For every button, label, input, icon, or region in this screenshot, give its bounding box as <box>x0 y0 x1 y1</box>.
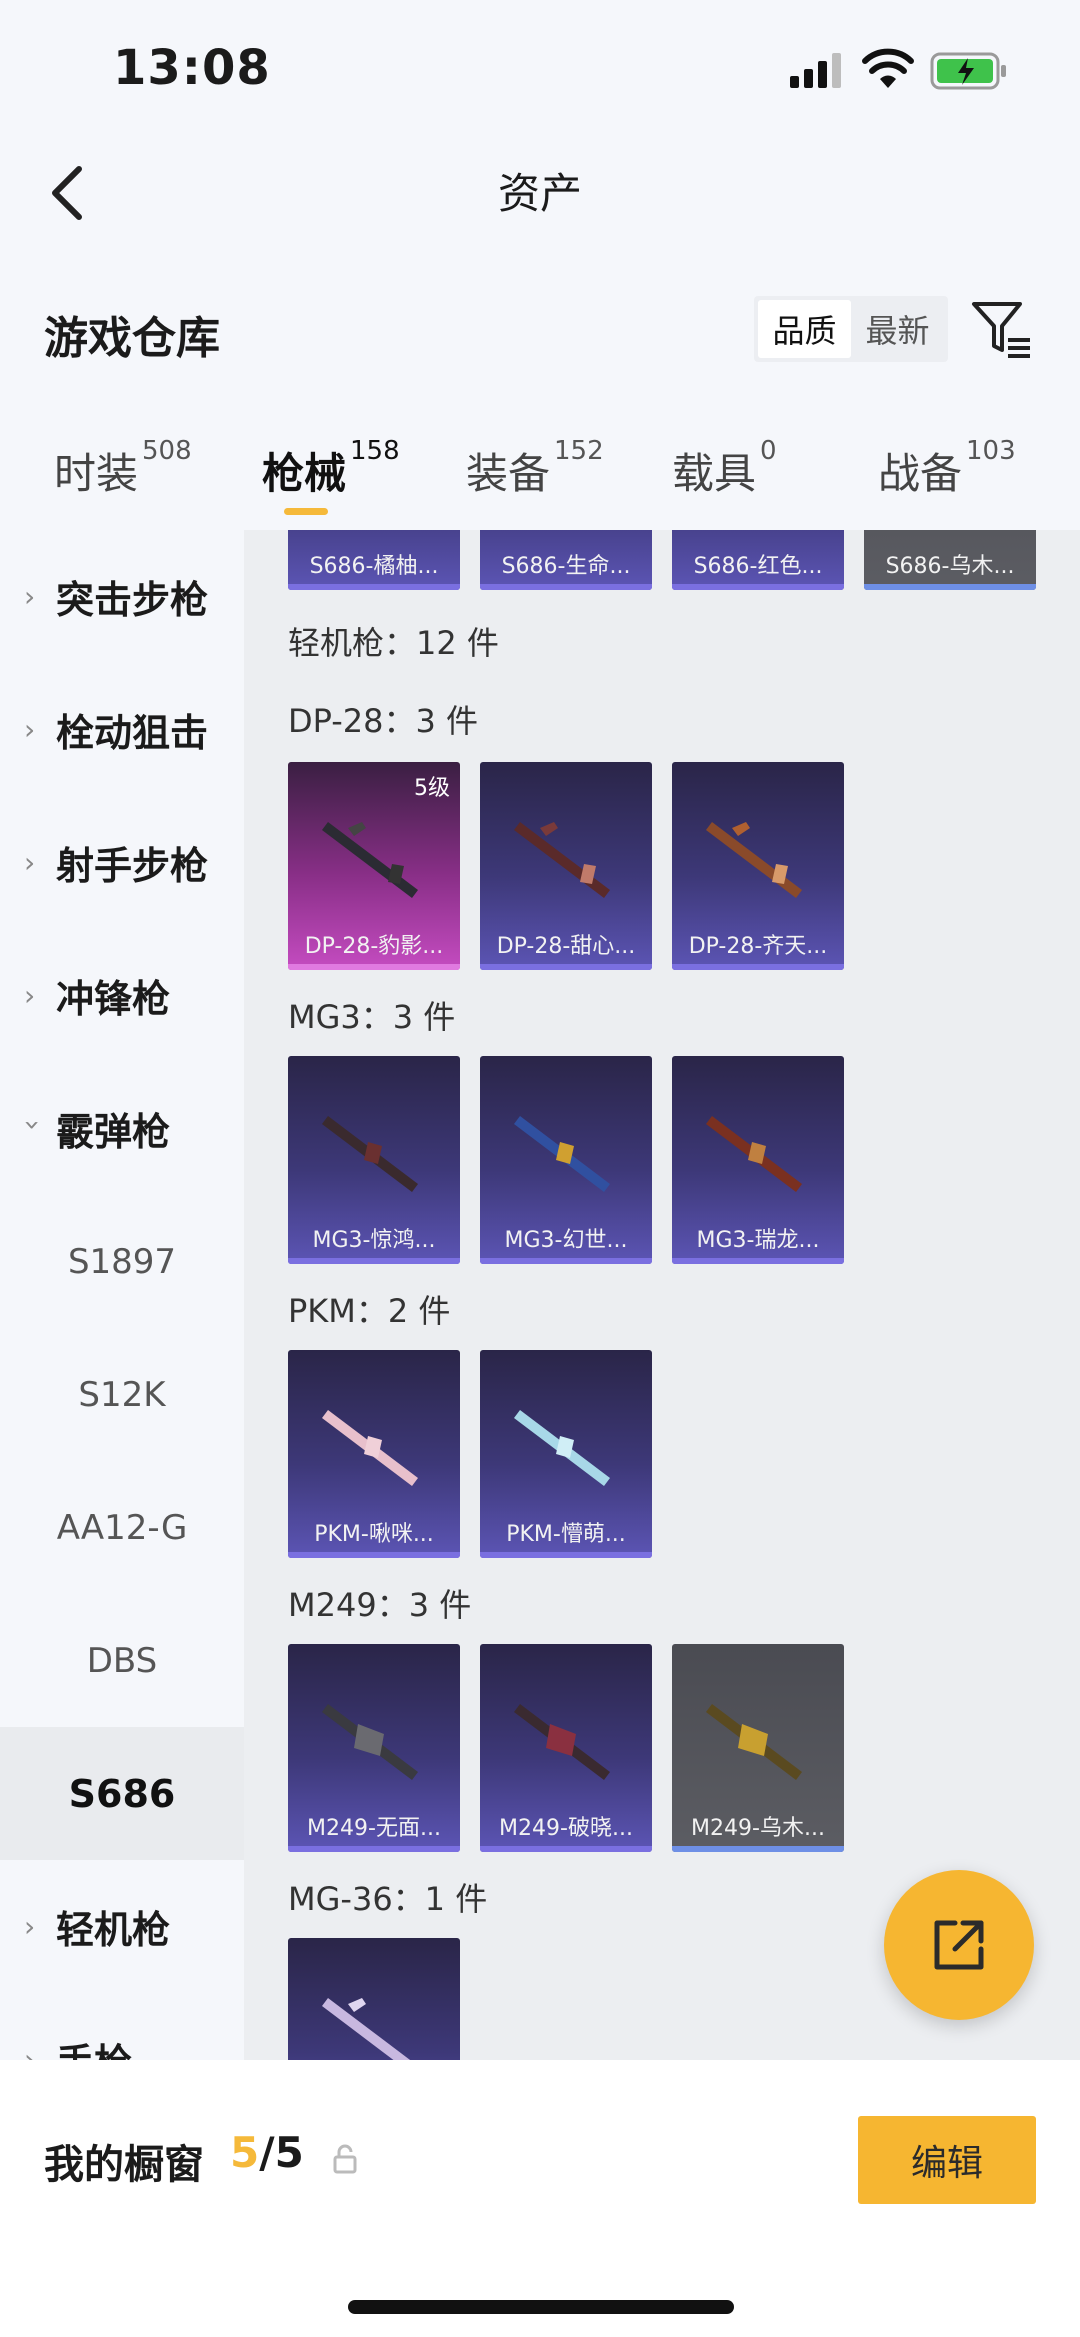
wifi-icon <box>862 48 914 88</box>
chevron-right-icon: › <box>24 979 36 1012</box>
chevron-right-icon: › <box>24 846 36 879</box>
active-tab-indicator <box>284 508 328 515</box>
gun-image <box>322 1116 418 1192</box>
weapon-card[interactable]: DP-28-甜心... <box>480 762 652 970</box>
filter-button[interactable] <box>968 296 1034 362</box>
gun-image <box>322 822 418 898</box>
weapon-card[interactable]: S686-橘柚... <box>288 530 460 590</box>
weapon-card[interactable]: PKM-懵萌... <box>480 1350 652 1558</box>
section-title: 游戏仓库 <box>44 313 220 364</box>
showcase-bar: 我的橱窗 5/5 编辑 <box>0 2060 1080 2337</box>
weapon-card[interactable]: PKM-啾咪... <box>288 1350 460 1558</box>
tab-equipment[interactable]: 装备 152 <box>466 436 604 501</box>
gun-image <box>706 1116 802 1192</box>
sidebar-item-pistol[interactable]: › 手枪 <box>0 1993 244 2060</box>
sidebar-item-shotgun[interactable]: › 霰弹枪 <box>0 1062 244 1195</box>
category-sidebar: › 突击步枪 › 栓动狙击 › 射手步枪 › 冲锋枪 › 霰弹枪 S1897 S… <box>0 530 244 2060</box>
sidebar-item-assault-rifle[interactable]: › 突击步枪 <box>0 530 244 663</box>
gun-image <box>514 1704 610 1780</box>
gun-image <box>514 1116 610 1192</box>
sidebar-item-lmg[interactable]: › 轻机枪 <box>0 1860 244 1993</box>
sort-newest-option[interactable]: 最新 <box>851 300 944 358</box>
chevron-right-icon: › <box>24 580 36 613</box>
group-title: MG3：3 件 <box>288 998 456 1036</box>
weapon-card[interactable]: DP-28-齐天... <box>672 762 844 970</box>
weapon-card[interactable]: S686-生命... <box>480 530 652 590</box>
weapon-card[interactable]: M249-乌木... <box>672 1644 844 1852</box>
chevron-right-icon: › <box>24 1910 36 1943</box>
group-title: MG-36：1 件 <box>288 1880 488 1918</box>
weapon-card[interactable]: MG3-惊鸿... <box>288 1056 460 1264</box>
showcase-count: 5/5 <box>230 2128 304 2177</box>
sort-quality-option[interactable]: 品质 <box>758 300 851 358</box>
gun-image <box>322 1998 411 2060</box>
gun-image <box>706 1704 802 1780</box>
share-button[interactable] <box>884 1870 1034 2020</box>
gun-image <box>322 1704 418 1780</box>
sidebar-subitem-aa12g[interactable]: AA12-G <box>0 1461 244 1594</box>
sort-toggle: 品质 最新 <box>754 296 948 362</box>
tab-outfits[interactable]: 时装 508 <box>54 436 192 501</box>
gun-image <box>706 822 802 898</box>
share-icon <box>934 1920 984 1970</box>
gun-image <box>322 1410 418 1486</box>
weapon-grid: S686-橘柚... S686-生命... S686-红色... S686-乌木… <box>244 530 1080 2060</box>
weapon-card[interactable]: S686-红色... <box>672 530 844 590</box>
sidebar-item-smg[interactable]: › 冲锋枪 <box>0 929 244 1062</box>
home-indicator <box>348 2300 734 2314</box>
sidebar-item-bolt-sniper[interactable]: › 栓动狙击 <box>0 663 244 796</box>
edit-button[interactable]: 编辑 <box>858 2116 1036 2204</box>
weapon-card[interactable]: MG3-幻世... <box>480 1056 652 1264</box>
sidebar-subitem-s686[interactable]: S686 <box>0 1727 244 1860</box>
weapon-card[interactable] <box>288 1938 460 2060</box>
gun-image <box>514 1410 610 1486</box>
tab-vehicles[interactable]: 载具 0 <box>672 436 777 501</box>
chevron-right-icon: › <box>24 2043 36 2060</box>
tab-gear[interactable]: 战备 103 <box>878 436 1016 501</box>
sidebar-subitem-s12k[interactable]: S12K <box>0 1328 244 1461</box>
sidebar-item-marksman-rifle[interactable]: › 射手步枪 <box>0 796 244 929</box>
gun-image <box>514 822 610 898</box>
group-title: PKM：2 件 <box>288 1292 451 1330</box>
category-tabs: 时装 508 枪械 158 装备 152 载具 0 战备 103 <box>0 420 1080 530</box>
filter-icon <box>972 302 1030 358</box>
status-bar: 13:08 <box>0 0 1080 140</box>
weapon-card[interactable]: M249-破晓... <box>480 1644 652 1852</box>
showcase-label: 我的橱窗 <box>44 2142 204 2188</box>
battery-icon <box>930 52 1006 90</box>
weapon-card[interactable]: 5级 DP-28-豹影... <box>288 762 460 970</box>
sidebar-subitem-dbs[interactable]: DBS <box>0 1594 244 1727</box>
lock-icon <box>333 2144 357 2174</box>
chevron-down-icon: › <box>16 1119 50 1131</box>
tab-weapons[interactable]: 枪械 158 <box>262 436 400 501</box>
category-heading: 轻机枪：12 件 <box>288 624 499 662</box>
weapon-card[interactable]: M249-无面... <box>288 1644 460 1852</box>
group-title: DP-28：3 件 <box>288 702 479 740</box>
group-title: M249：3 件 <box>288 1586 472 1624</box>
sidebar-subitem-s1897[interactable]: S1897 <box>0 1195 244 1328</box>
chevron-right-icon: › <box>24 713 36 746</box>
signal-icon <box>790 53 841 88</box>
weapon-card[interactable]: S686-乌木... <box>864 530 1036 590</box>
page-title: 资产 <box>497 169 582 218</box>
weapon-card[interactable]: MG3-瑞龙... <box>672 1056 844 1264</box>
status-time: 13:08 <box>113 40 271 96</box>
